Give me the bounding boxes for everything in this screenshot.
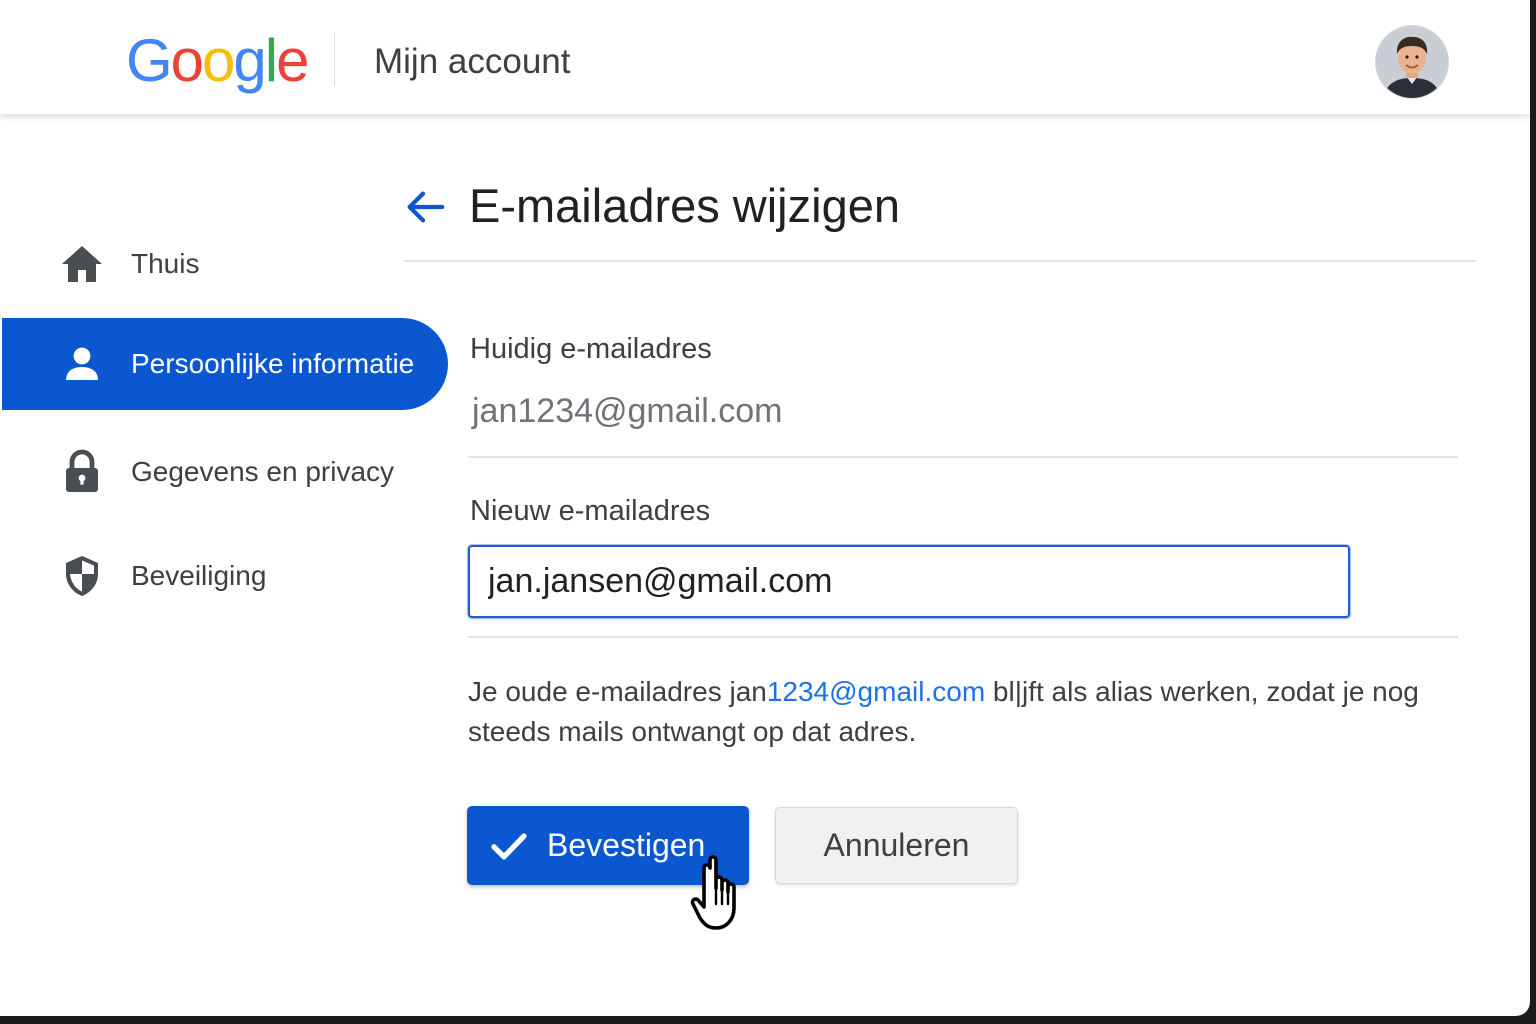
app-title: Mijn account xyxy=(374,42,571,81)
current-email-label: Huidig e-mailadres xyxy=(470,333,712,365)
app-window: Google Mijn account Thuis Persoonlijke i… xyxy=(0,0,1530,1016)
cancel-button[interactable]: Annuleren xyxy=(775,807,1018,884)
sidebar-item-label: Beveiliging xyxy=(131,560,267,591)
shield-icon xyxy=(66,556,98,596)
current-email-value: jan1234@gmail.com xyxy=(472,392,783,430)
logo-letter: G xyxy=(126,27,173,94)
logo-letter: o xyxy=(202,27,235,94)
account-avatar[interactable] xyxy=(1376,26,1448,98)
home-icon xyxy=(62,246,102,282)
lock-icon xyxy=(66,449,98,492)
old-email-link[interactable]: 1234@gmail.com xyxy=(767,676,985,707)
sidebar-item-label: Gegevens en privacy xyxy=(131,456,395,487)
new-email-field[interactable] xyxy=(468,545,1350,618)
top-bar: Google Mijn account xyxy=(0,0,1530,114)
page-title: E-mailadres wijzigen xyxy=(469,179,900,232)
sidebar-item-gegevens-en-privacy[interactable]: Gegevens en privacy xyxy=(0,426,448,518)
header-divider xyxy=(334,32,335,86)
user-avatar-icon xyxy=(1376,26,1448,98)
check-icon xyxy=(491,833,527,860)
confirm-button-label: Bevestigen xyxy=(547,827,706,863)
person-icon xyxy=(66,347,98,380)
sidebar-item-persoonlijke-informatie[interactable]: Persoonlijke informatie xyxy=(2,318,448,410)
logo-letter: o xyxy=(170,27,204,94)
hand-pointer-cursor-icon xyxy=(690,855,736,930)
sidebar-item-label: Persoonlijke informatie xyxy=(131,348,415,379)
title-divider xyxy=(404,260,1476,262)
info-text-prefix: Je oude e-mailadres jan xyxy=(468,676,767,707)
alias-info-text: Je oude e-mailadres jan1234@gmail.com bl… xyxy=(468,672,1448,752)
arrow-back-icon[interactable] xyxy=(402,184,448,230)
sidebar-item-beveiliging[interactable]: Beveiliging xyxy=(0,530,448,622)
section-divider xyxy=(468,456,1458,458)
sidebar-item-thuis[interactable]: Thuis xyxy=(0,218,448,310)
google-logo[interactable]: Google xyxy=(126,26,310,96)
logo-letter: e xyxy=(276,27,309,94)
new-email-label: Nieuw e-mailadres xyxy=(470,495,711,527)
logo-letter: g xyxy=(233,27,266,94)
field-divider xyxy=(468,636,1458,638)
sidebar-item-label: Thuis xyxy=(131,248,200,279)
logo-letter: l xyxy=(264,27,278,94)
